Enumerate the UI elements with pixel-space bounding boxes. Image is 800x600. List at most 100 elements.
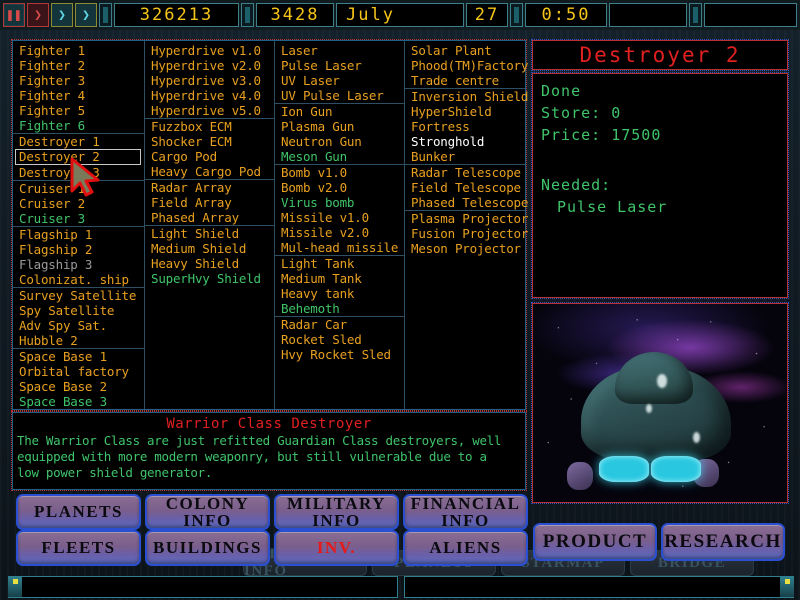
inventory-item[interactable]: Space Base 1 <box>13 348 144 364</box>
inventory-item[interactable]: Medium Tank <box>275 271 404 286</box>
inventory-item[interactable]: Colonizat. ship <box>13 272 144 287</box>
inventory-button[interactable]: INV. <box>274 530 399 566</box>
inventory-item[interactable]: UV Pulse Laser <box>275 88 404 103</box>
aux-indicator-icon <box>689 3 702 27</box>
research-button[interactable]: RESEARCH <box>661 523 785 561</box>
inventory-item[interactable]: Neutron Gun <box>275 134 404 149</box>
inventory-item[interactable]: Fighter 3 <box>13 73 144 88</box>
inventory-item[interactable]: Destroyer 1 <box>13 133 144 149</box>
inventory-item[interactable]: Hvy Rocket Sled <box>275 347 404 362</box>
inventory-item[interactable]: Bomb v2.0 <box>275 180 404 195</box>
inventory-item[interactable]: Pulse Laser <box>275 58 404 73</box>
inventory-item[interactable]: Orbital factory <box>13 364 144 379</box>
colony-info-button[interactable]: COLONY INFO <box>145 494 270 530</box>
inventory-item[interactable]: Heavy Shield <box>145 256 274 271</box>
military-info-button[interactable]: MILITARY INFO <box>274 494 399 530</box>
inventory-item[interactable]: SuperHvy Shield <box>145 271 274 286</box>
inventory-item[interactable]: UV Laser <box>275 73 404 88</box>
aux-display-1 <box>609 3 687 27</box>
inventory-item[interactable]: Medium Shield <box>145 241 274 256</box>
inventory-item[interactable]: Fuzzbox ECM <box>145 118 274 134</box>
inventory-item[interactable]: Phased Telescope <box>405 195 528 210</box>
inventory-item[interactable]: Hyperdrive v5.0 <box>145 103 274 118</box>
description-line-1: The Warrior Class are just refitted Guar… <box>17 433 502 448</box>
inventory-item[interactable]: Light Tank <box>275 255 404 271</box>
inventory-item[interactable]: Radar Telescope <box>405 164 525 180</box>
buildings-button[interactable]: BUILDINGS <box>145 530 270 566</box>
fleets-button[interactable]: FLEETS <box>16 530 141 566</box>
aliens-button[interactable]: ALIENS <box>403 530 528 566</box>
inventory-item[interactable]: Behemoth <box>275 301 404 316</box>
inventory-item[interactable]: Flagship 1 <box>13 226 144 242</box>
inventory-item[interactable]: Radar Array <box>145 179 274 195</box>
inventory-item[interactable]: Plasma Gun <box>275 119 404 134</box>
inventory-item[interactable]: Trade centre <box>405 73 525 88</box>
pause-button[interactable]: ❚❚ <box>3 3 25 27</box>
inventory-item[interactable]: Plasma Projector <box>405 210 528 226</box>
inventory-item[interactable]: Inversion Shield <box>405 88 528 104</box>
inventory-item[interactable]: Hyperdrive v4.0 <box>145 88 274 103</box>
inventory-item[interactable]: Fighter 2 <box>13 58 144 73</box>
inventory-item[interactable]: Fighter 4 <box>13 88 144 103</box>
inventory-item[interactable]: Cargo Pod <box>145 149 274 164</box>
inventory-item[interactable]: Heavy Cargo Pod <box>145 164 274 179</box>
inventory-item[interactable]: Phood(TM)Factory <box>405 58 528 73</box>
inventory-item[interactable]: Hyperdrive v1.0 <box>145 43 274 58</box>
inventory-column-weapons: Laser Pulse Laser UV Laser UV Pulse Laser Io… <box>274 41 404 409</box>
inventory-item[interactable]: Field Array <box>145 195 274 210</box>
inventory-item[interactable]: Hubble 2 <box>13 333 144 348</box>
fastest-forward-button[interactable]: ❯ <box>75 3 97 27</box>
inventory-item[interactable]: Fighter 1 <box>13 43 144 58</box>
inventory-item[interactable]: Cruiser 2 <box>13 196 144 211</box>
inventory-item[interactable]: Field Telescope <box>405 180 525 195</box>
description-title: Warrior Class Destroyer <box>166 416 372 432</box>
inventory-item[interactable]: Laser <box>275 43 404 58</box>
fast-forward-button[interactable]: ❯ <box>51 3 73 27</box>
top-status-bar: ❚❚ ❯ ❯ ❯ 326213 3428 July 27 0:50 <box>0 0 800 30</box>
inventory-item[interactable]: Destroyer 2 <box>15 149 141 165</box>
inventory-item[interactable]: Space Base 2 <box>13 379 144 394</box>
inventory-column-ships: Fighter 1 Fighter 2 Fighter 3 Fighter 4 Figh… <box>13 41 144 409</box>
inventory-item[interactable]: Spy Satellite <box>13 303 144 318</box>
inventory-item[interactable]: Mul-head missile <box>275 240 404 255</box>
inventory-item[interactable]: Meson Gun <box>275 149 404 164</box>
planets-button[interactable]: PLANETS <box>16 494 141 530</box>
inventory-item[interactable]: Solar Plant <box>405 43 525 58</box>
inventory-item[interactable]: Radar Car <box>275 316 404 332</box>
inventory-item[interactable]: Stronghold <box>405 134 525 149</box>
inventory-item[interactable]: Shocker ECM <box>145 134 274 149</box>
inventory-item[interactable]: Destroyer 3 <box>13 165 144 180</box>
inventory-item[interactable]: Flagship 2 <box>13 242 144 257</box>
financial-info-button[interactable]: FINANCIAL INFO <box>403 494 528 530</box>
inventory-item[interactable]: Space Base 3 <box>13 394 144 409</box>
inventory-item[interactable]: Rocket Sled <box>275 332 404 347</box>
inventory-item[interactable]: Fighter 6 <box>13 118 144 133</box>
inventory-item[interactable]: Missile v2.0 <box>275 225 404 240</box>
inventory-item[interactable]: Flagship 3 <box>13 257 144 272</box>
inventory-item[interactable]: Ion Gun <box>275 103 404 119</box>
inventory-item[interactable]: Phased Array <box>145 210 274 225</box>
inventory-item[interactable]: Virus bomb <box>275 195 404 210</box>
inventory-item[interactable]: Missile v1.0 <box>275 210 404 225</box>
inventory-item[interactable]: Meson Projector <box>405 241 525 256</box>
inventory-item[interactable]: Hyperdrive v2.0 <box>145 58 274 73</box>
inventory-item[interactable]: Light Shield <box>145 225 274 241</box>
inventory-item[interactable]: Cruiser 3 <box>13 211 144 226</box>
inventory-item[interactable]: Adv Spy Sat. <box>13 318 144 333</box>
product-button[interactable]: PRODUCT <box>533 523 657 561</box>
inventory-item[interactable]: Fortress <box>405 119 525 134</box>
inventory-item[interactable]: Heavy tank <box>275 286 404 301</box>
inventory-item[interactable]: Survey Satellite <box>13 287 144 303</box>
inventory-item[interactable]: Cruiser 1 <box>13 180 144 196</box>
play-button[interactable]: ❯ <box>27 3 49 27</box>
inventory-item[interactable]: Fighter 5 <box>13 103 144 118</box>
inventory-item[interactable]: Fusion Projector <box>405 226 528 241</box>
button-label: COLONY <box>165 494 250 513</box>
inventory-item[interactable]: Bunker <box>405 149 525 164</box>
inventory-item[interactable]: Bomb v1.0 <box>275 164 404 180</box>
ship-engine-left <box>599 456 649 482</box>
inventory-item[interactable]: HyperShield <box>405 104 525 119</box>
game-screen: ❚❚ ❯ ❯ ❯ 326213 3428 July 27 0:50 Fighte… <box>0 0 800 600</box>
ship-engine-right <box>651 456 701 482</box>
inventory-item[interactable]: Hyperdrive v3.0 <box>145 73 274 88</box>
